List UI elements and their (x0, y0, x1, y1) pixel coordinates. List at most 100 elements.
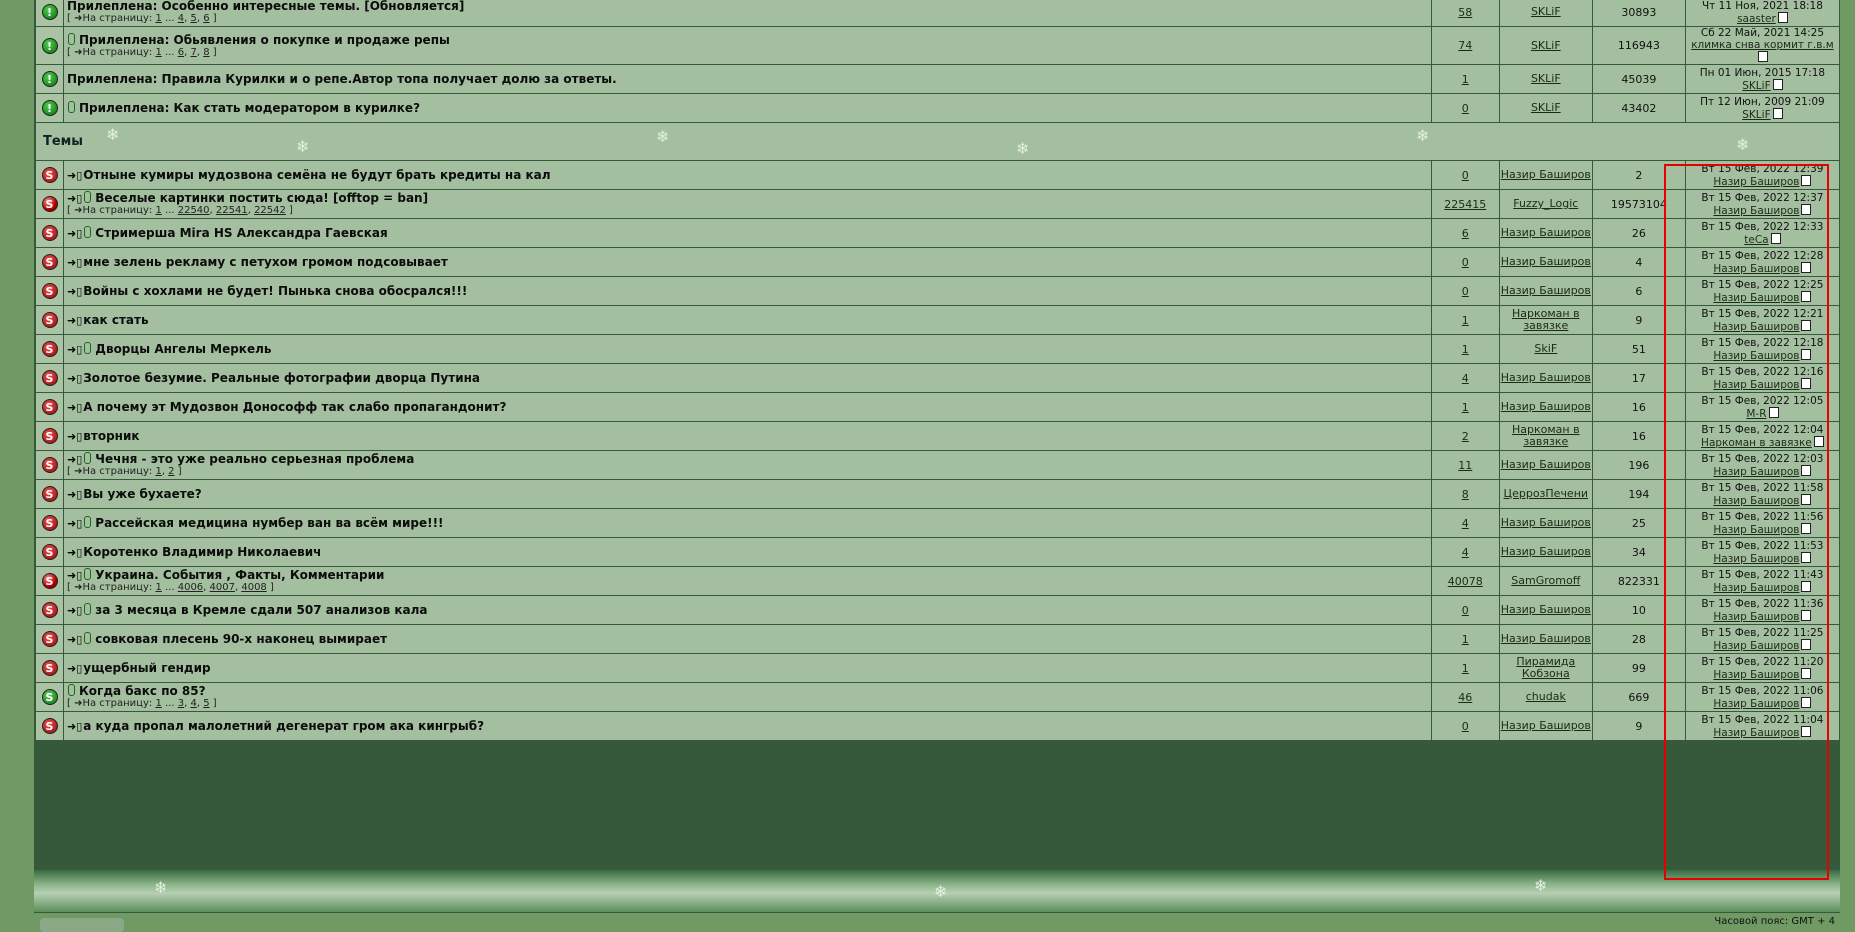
last-post-user-link[interactable]: saaster (1737, 13, 1776, 25)
topic-link[interactable]: ущербный гендир (83, 661, 210, 675)
author-link[interactable]: Назир Баширов (1501, 719, 1591, 732)
topic-link[interactable]: Украина. События , Факты, Комментарии (95, 568, 384, 582)
author-link[interactable]: SKLiF (1531, 72, 1561, 85)
topic-link[interactable]: как стать (83, 313, 148, 327)
replies-link[interactable]: 1 (1462, 633, 1469, 646)
last-post-user-link[interactable]: SKLiF (1742, 109, 1770, 121)
page-link[interactable]: 4 (178, 13, 184, 24)
replies-link[interactable]: 0 (1462, 256, 1469, 269)
topic-link[interactable]: а куда пропал малолетний дегенерат гром … (83, 719, 484, 733)
topic-link[interactable]: Когда бакс по 85? (79, 684, 206, 698)
author-link[interactable]: Назир Баширов (1501, 400, 1591, 413)
author-link[interactable]: chudak (1526, 690, 1566, 703)
author-link[interactable]: SkiF (1534, 342, 1557, 355)
author-link[interactable]: Назир Баширов (1501, 603, 1591, 616)
author-link[interactable]: Назир Баширов (1501, 458, 1591, 471)
newest-post-icon[interactable]: ➜▯ (67, 488, 82, 501)
newest-post-icon[interactable]: ➜▯ (67, 372, 82, 385)
bottom-button[interactable] (40, 918, 124, 932)
newest-post-icon[interactable]: ➜▯ (67, 546, 82, 559)
author-link[interactable]: ЦеррозПечени (1504, 487, 1589, 500)
author-link[interactable]: Назир Баширов (1501, 371, 1591, 384)
replies-link[interactable]: 4 (1462, 546, 1469, 559)
topic-link[interactable]: Рассейская медицина нумбер ван ва всём м… (95, 516, 443, 530)
replies-link[interactable]: 11 (1458, 459, 1472, 472)
newest-post-icon[interactable]: ➜▯ (67, 401, 82, 414)
newest-post-icon[interactable]: ➜▯ (67, 569, 82, 582)
topic-link[interactable]: за 3 месяца в Кремле сдали 507 анализов … (95, 603, 427, 617)
sticky-topic-link[interactable]: Прилеплена: Правила Курилки и о репе.Авт… (67, 72, 617, 86)
author-link[interactable]: Fuzzy_Logic (1513, 197, 1578, 210)
newest-post-icon[interactable]: ➜▯ (67, 604, 82, 617)
topic-link[interactable]: Золотое безумие. Реальные фотографии дво… (83, 371, 480, 385)
page-link[interactable]: 8 (203, 47, 209, 58)
page-link[interactable]: 4008 (241, 582, 266, 593)
author-link[interactable]: Назир Баширов (1501, 632, 1591, 645)
replies-link[interactable]: 1 (1462, 314, 1469, 327)
page-link[interactable]: 1 (155, 205, 161, 216)
replies-link[interactable]: 1 (1462, 343, 1469, 356)
page-link[interactable]: 1 (155, 47, 161, 58)
page-link[interactable]: 1 (155, 582, 161, 593)
replies-link[interactable]: 1 (1462, 73, 1469, 86)
last-post-user-link[interactable]: климка снва кормит г.в.м (1691, 39, 1833, 51)
newest-post-icon[interactable]: ➜▯ (67, 453, 82, 466)
topic-link[interactable]: Войны с хохлами не будет! Пынька снова о… (83, 284, 467, 298)
topic-link[interactable]: Веселые картинки постить сюда! [offtop =… (95, 191, 428, 205)
page-link[interactable]: 6 (203, 13, 209, 24)
author-link[interactable]: Назир Баширов (1501, 516, 1591, 529)
replies-link[interactable]: 74 (1458, 39, 1472, 52)
replies-link[interactable]: 0 (1462, 285, 1469, 298)
view-latest-post-icon[interactable] (1772, 78, 1783, 90)
newest-post-icon[interactable]: ➜▯ (67, 285, 82, 298)
replies-link[interactable]: 0 (1462, 604, 1469, 617)
topic-link[interactable]: А почему эт Мудозвон Донософф так слабо … (83, 400, 506, 414)
author-link[interactable]: Наркоман в завязке (1512, 423, 1580, 448)
newest-post-icon[interactable]: ➜▯ (67, 343, 82, 356)
newest-post-icon[interactable]: ➜▯ (67, 192, 82, 205)
author-link[interactable]: Наркоман в завязке (1512, 307, 1580, 332)
replies-link[interactable]: 4 (1462, 517, 1469, 530)
author-link[interactable]: Назир Баширов (1501, 284, 1591, 297)
newest-post-icon[interactable]: ➜▯ (67, 256, 82, 269)
author-link[interactable]: SKLiF (1531, 5, 1561, 18)
topic-link[interactable]: мне зелень рекламу с петухом громом подс… (83, 255, 448, 269)
view-latest-post-icon[interactable] (1772, 107, 1783, 119)
page-link[interactable]: 22542 (254, 205, 286, 216)
last-post-user-link[interactable]: SKLiF (1742, 80, 1770, 92)
topic-link[interactable]: Чечня - это уже реально серьезная пробле… (95, 452, 414, 466)
author-link[interactable]: Назир Баширов (1501, 226, 1591, 239)
page-link[interactable]: 6 (178, 47, 184, 58)
replies-link[interactable]: 0 (1462, 102, 1469, 115)
newest-post-icon[interactable]: ➜▯ (67, 169, 82, 182)
replies-link[interactable]: 1 (1462, 401, 1469, 414)
sticky-topic-link[interactable]: Прилеплена: Как стать модератором в кури… (79, 101, 420, 115)
view-latest-post-icon[interactable] (1777, 11, 1788, 23)
page-link[interactable]: 4007 (210, 582, 235, 593)
replies-link[interactable]: 8 (1462, 488, 1469, 501)
newest-post-icon[interactable]: ➜▯ (67, 720, 82, 733)
author-link[interactable]: Пирамида Кобзона (1516, 655, 1575, 680)
newest-post-icon[interactable]: ➜▯ (67, 314, 82, 327)
topic-link[interactable]: Коротенко Владимир Николаевич (83, 545, 321, 559)
replies-link[interactable]: 6 (1462, 227, 1469, 240)
replies-link[interactable]: 46 (1458, 691, 1472, 704)
page-link[interactable]: 1 (155, 698, 161, 709)
sticky-topic-link[interactable]: Прилеплена: Обьявления о покупке и прода… (79, 33, 450, 47)
replies-link[interactable]: 4 (1462, 372, 1469, 385)
author-link[interactable]: SKLiF (1531, 101, 1561, 114)
topic-link[interactable]: вторник (83, 429, 139, 443)
page-link[interactable]: 5 (203, 698, 209, 709)
author-link[interactable]: Назир Баширов (1501, 255, 1591, 268)
author-link[interactable]: SKLiF (1531, 39, 1561, 52)
topic-link[interactable]: Дворцы Ангелы Меркель (95, 342, 271, 356)
replies-link[interactable]: 1 (1462, 662, 1469, 675)
topic-link[interactable]: Стримерша Mira HS Александра Гаевская (95, 226, 387, 240)
topic-link[interactable]: Отныне кумиры мудозвона семёна не будут … (83, 168, 550, 182)
topic-link[interactable]: Вы уже бухаете? (83, 487, 202, 501)
author-link[interactable]: SamGromoff (1511, 574, 1580, 587)
newest-post-icon[interactable]: ➜▯ (67, 430, 82, 443)
replies-link[interactable]: 225415 (1444, 198, 1486, 211)
page-link[interactable]: 4006 (178, 582, 203, 593)
topic-link[interactable]: совковая плесень 90-х наконец вымирает (95, 632, 387, 646)
